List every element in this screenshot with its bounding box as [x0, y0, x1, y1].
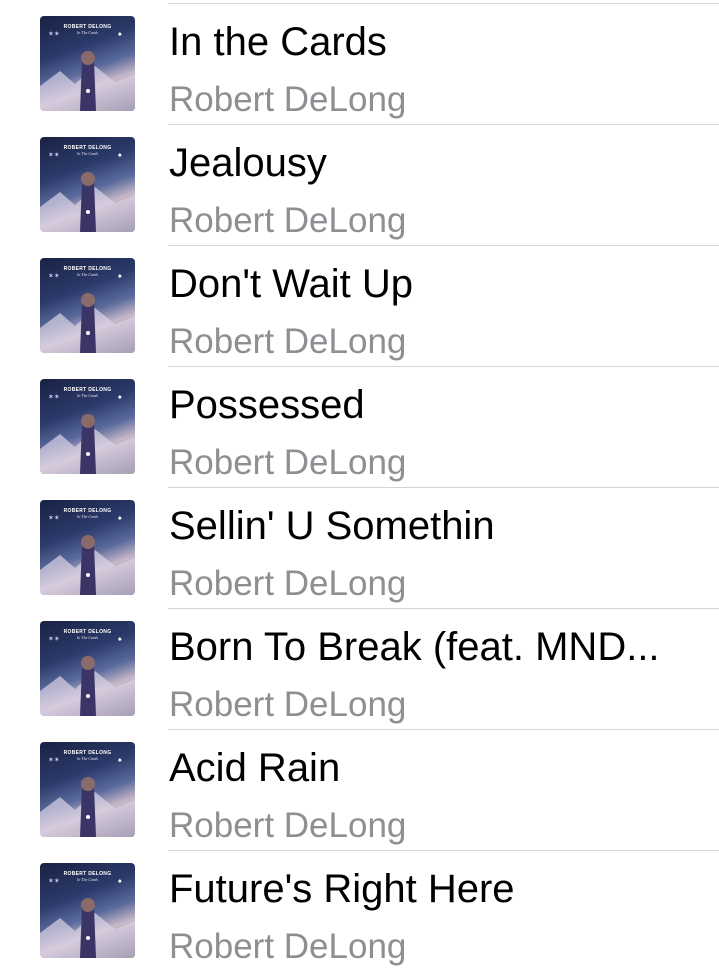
song-row[interactable]: ✶✶ ♠ ROBERT DELONG In The Cards Sellin' U…	[0, 488, 719, 609]
song-list: ✶✶ ♠ ROBERT DELONG In The Cards In the Ca…	[0, 0, 719, 967]
song-artist: Robert DeLong	[169, 685, 407, 724]
song-row[interactable]: ✶✶ ♠ ROBERT DELONG In The Cards Acid Rain…	[0, 730, 719, 851]
song-title: Born To Break (feat. MND...	[169, 625, 660, 669]
song-artist: Robert DeLong	[169, 322, 407, 361]
song-artist: Robert DeLong	[169, 443, 407, 482]
album-art-icon: ✶✶ ♠ ROBERT DELONG In The Cards	[40, 621, 135, 716]
song-title: Acid Rain	[169, 746, 341, 790]
song-artist: Robert DeLong	[169, 201, 407, 240]
album-art-icon: ✶✶ ♠ ROBERT DELONG In The Cards	[40, 863, 135, 958]
song-title: In the Cards	[169, 20, 387, 64]
album-art-icon: ✶✶ ♠ ROBERT DELONG In The Cards	[40, 137, 135, 232]
song-title: Possessed	[169, 383, 365, 427]
album-art-icon: ✶✶ ♠ ROBERT DELONG In The Cards	[40, 500, 135, 595]
song-artist: Robert DeLong	[169, 564, 407, 603]
song-artist: Robert DeLong	[169, 80, 407, 119]
song-row[interactable]: ✶✶ ♠ ROBERT DELONG In The Cards Jealousy …	[0, 125, 719, 246]
album-art-icon: ✶✶ ♠ ROBERT DELONG In The Cards	[40, 379, 135, 474]
song-artist: Robert DeLong	[169, 927, 407, 966]
song-title: Sellin' U Somethin	[169, 504, 495, 548]
song-artist: Robert DeLong	[169, 806, 407, 845]
album-art-icon: ✶✶ ♠ ROBERT DELONG In The Cards	[40, 742, 135, 837]
song-row[interactable]: ✶✶ ♠ ROBERT DELONG In The Cards Don't Wai…	[0, 246, 719, 367]
album-art-icon: ✶✶ ♠ ROBERT DELONG In The Cards	[40, 258, 135, 353]
album-art-icon: ✶✶ ♠ ROBERT DELONG In The Cards	[40, 16, 135, 111]
song-row[interactable]: ✶✶ ♠ ROBERT DELONG In The Cards Future's …	[0, 851, 719, 967]
song-row[interactable]: ✶✶ ♠ ROBERT DELONG In The Cards Born To B…	[0, 609, 719, 730]
song-title: Jealousy	[169, 141, 327, 185]
song-row[interactable]: ✶✶ ♠ ROBERT DELONG In The Cards In the Ca…	[0, 4, 719, 125]
song-title: Don't Wait Up	[169, 262, 414, 306]
song-row[interactable]: ✶✶ ♠ ROBERT DELONG In The Cards Possessed…	[0, 367, 719, 488]
song-title: Future's Right Here	[169, 867, 515, 911]
